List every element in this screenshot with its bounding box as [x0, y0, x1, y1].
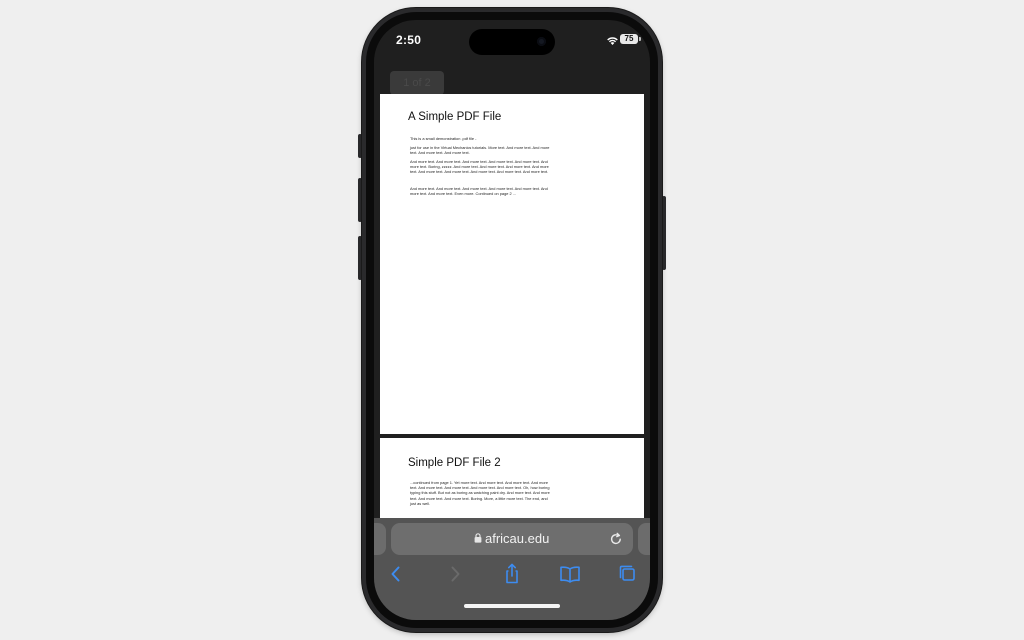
chevron-left-icon	[391, 566, 400, 582]
pdf-page-title: Simple PDF File 2	[408, 457, 501, 469]
previous-tab-peek[interactable]	[374, 523, 386, 555]
phone-screen: 2:50 75 1 of 2 A Simple PDF File This is…	[374, 20, 650, 620]
back-button[interactable]	[382, 562, 410, 586]
tabs-icon	[619, 565, 635, 581]
pdf-paragraph: just for use in the Virtual Mechanics tu…	[410, 145, 550, 156]
camera-icon	[537, 37, 546, 46]
pdf-paragraph: This is a small demonstration .pdf file …	[410, 136, 477, 141]
tabs-button[interactable]	[614, 562, 642, 586]
dynamic-island	[469, 29, 555, 55]
book-icon	[560, 566, 580, 583]
pdf-page-1[interactable]: A Simple PDF File This is a small demons…	[380, 94, 644, 434]
url-text: africau.edu	[485, 531, 550, 546]
battery-indicator: 75	[620, 34, 638, 44]
browser-toolbar: africau.edu	[374, 518, 650, 620]
status-time: 2:50	[396, 33, 422, 47]
stage: 2:50 75 1 of 2 A Simple PDF File This is…	[0, 0, 1024, 640]
address-bar[interactable]: africau.edu	[391, 523, 633, 555]
pdf-paragraph: And more text. And more text. And more t…	[410, 186, 548, 197]
chevron-right-icon	[451, 566, 460, 582]
lock-icon	[474, 533, 482, 543]
pdf-paragraph: ...continued from page 1. Yet more text.…	[410, 480, 550, 506]
status-bar: 2:50 75	[374, 20, 650, 64]
reload-icon[interactable]	[609, 532, 623, 546]
share-icon	[506, 563, 518, 584]
bookmarks-button[interactable]	[556, 562, 584, 586]
battery-nub	[639, 37, 641, 41]
power-button	[662, 196, 666, 270]
forward-button[interactable]	[441, 562, 469, 586]
pdf-page-title: A Simple PDF File	[408, 111, 502, 123]
pdf-paragraph: And more text. And more text. And more t…	[410, 159, 549, 175]
next-tab-peek[interactable]	[638, 523, 650, 555]
share-button[interactable]	[498, 562, 526, 586]
page-indicator: 1 of 2	[390, 71, 444, 95]
home-indicator[interactable]	[464, 604, 560, 608]
wifi-icon	[607, 37, 618, 45]
